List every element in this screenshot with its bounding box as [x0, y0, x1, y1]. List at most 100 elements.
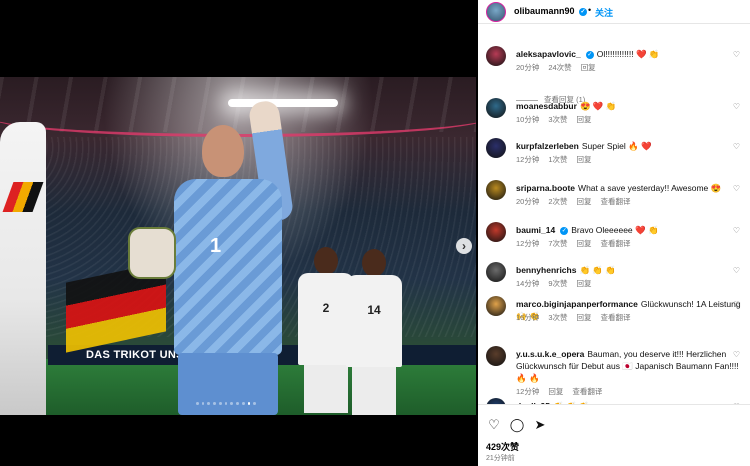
- player-2-shorts: [304, 365, 348, 413]
- comment-username[interactable]: bennyhenrichs: [516, 265, 576, 275]
- avatar[interactable]: [486, 296, 506, 316]
- author-name[interactable]: olibaumann90: [514, 6, 575, 16]
- post-sidebar: olibaumann90 ✓ • 关注 aleksapavlovic_ ✓ Ol!!…: [478, 0, 750, 466]
- comment-text: aleksapavlovic_ ✓ Ol!!!!!!!!!!!! ❤️ 👏: [516, 48, 742, 60]
- avatar[interactable]: [486, 180, 506, 200]
- keeper-number: 1: [210, 235, 222, 257]
- carousel-dot[interactable]: [218, 402, 222, 405]
- reply-button[interactable]: 回复: [577, 239, 592, 248]
- avatar[interactable]: [486, 222, 506, 242]
- comment-username[interactable]: aleksapavlovic_: [516, 49, 581, 59]
- shirt-stripe: [2, 182, 44, 212]
- send-icon[interactable]: ➤: [532, 417, 548, 433]
- comment-body: What a save yesterday!! Awesome 😍: [578, 183, 722, 193]
- media-area: DAS TRIKOT UNSER 1 2 14 ›: [0, 0, 478, 466]
- player-14-shorts: [352, 367, 396, 415]
- reply-button[interactable]: 回复: [577, 115, 592, 124]
- comment-likes[interactable]: 7次赞: [548, 239, 567, 248]
- post-photo[interactable]: DAS TRIKOT UNSER 1 2 14: [0, 77, 476, 415]
- translate-button[interactable]: 查看翻译: [601, 239, 631, 248]
- goalkeeper-glove: [128, 227, 176, 279]
- avatar[interactable]: [486, 46, 506, 66]
- comment-username[interactable]: baumi_14: [516, 225, 555, 235]
- comment-likes[interactable]: 2次赞: [548, 197, 567, 206]
- carousel-dot[interactable]: [247, 402, 251, 405]
- heart-icon[interactable]: ♡: [733, 266, 740, 275]
- comment-likes[interactable]: 3次赞: [548, 115, 567, 124]
- comment-text: baumi_14 ✓ Bravo Oleeeeee ❤️ 👏: [516, 224, 742, 236]
- avatar[interactable]: [486, 98, 506, 118]
- like-count[interactable]: 429次赞: [486, 440, 519, 453]
- reply-button[interactable]: 回复: [577, 197, 592, 206]
- comment-body: Super Spiel 🔥 ❤️: [581, 141, 652, 151]
- avatar[interactable]: [486, 262, 506, 282]
- heart-icon[interactable]: ♡: [733, 142, 740, 151]
- carousel-dot[interactable]: [236, 402, 239, 405]
- heart-icon[interactable]: ♡: [733, 350, 740, 359]
- comment-body: Ol!!!!!!!!!!!! ❤️ 👏: [596, 49, 660, 59]
- post-header: olibaumann90 ✓ • 关注: [478, 0, 750, 24]
- comment-likes[interactable]: 9次赞: [548, 279, 567, 288]
- player-2-head: [314, 247, 338, 275]
- comment-likes[interactable]: 24次赞: [548, 63, 571, 72]
- carousel-dot[interactable]: [207, 402, 211, 405]
- chevron-right-icon[interactable]: ›: [456, 238, 472, 254]
- translate-button[interactable]: 查看翻译: [601, 313, 631, 322]
- verified-icon: ✓: [560, 226, 569, 235]
- carousel-dot[interactable]: [196, 402, 199, 405]
- comment-likes[interactable]: 3次赞: [548, 313, 567, 322]
- carousel-dot[interactable]: [224, 402, 228, 405]
- separator: •: [588, 5, 592, 15]
- reply-button[interactable]: 回复: [577, 313, 592, 322]
- comment-username[interactable]: y.u.s.u.k.e_opera: [516, 349, 584, 359]
- comment-time: 16分钟: [516, 313, 540, 322]
- reply-button[interactable]: 回复: [548, 387, 563, 396]
- heart-icon[interactable]: ♡: [486, 417, 502, 433]
- heart-icon[interactable]: ♡: [733, 102, 740, 111]
- comment-username[interactable]: moanesdabbur: [516, 101, 577, 111]
- follow-button[interactable]: 关注: [595, 6, 613, 19]
- author-username[interactable]: olibaumann90 ✓: [514, 6, 588, 16]
- comment-meta: 20分钟 2次赞 回复 查看翻译: [516, 196, 640, 207]
- goalkeeper: 1: [168, 99, 295, 415]
- carousel-dot[interactable]: [230, 402, 234, 405]
- post-time: 21分钟前: [486, 455, 515, 462]
- comment-time: 20分钟: [516, 197, 540, 206]
- heart-icon[interactable]: ♡: [733, 50, 740, 59]
- player-left: [0, 122, 46, 415]
- translate-button[interactable]: 查看翻译: [601, 197, 631, 206]
- comment-text: sriparna.boote What a save yesterday!! Aw…: [516, 182, 742, 194]
- carousel-dots: [196, 402, 257, 408]
- carousel-dot[interactable]: [241, 402, 245, 405]
- carousel-dot[interactable]: [213, 402, 216, 405]
- verified-icon: ✓: [579, 7, 588, 16]
- heart-icon[interactable]: ♡: [733, 184, 740, 193]
- carousel-dot[interactable]: [201, 402, 205, 405]
- keeper-head: [202, 125, 244, 177]
- reply-button[interactable]: 回复: [581, 63, 596, 72]
- reply-button[interactable]: 回复: [577, 279, 592, 288]
- comment-meta: 12分钟 回复 查看翻译: [516, 386, 611, 397]
- avatar[interactable]: [486, 2, 506, 22]
- carousel-dot[interactable]: [253, 402, 257, 405]
- comment-time: 12分钟: [516, 239, 540, 248]
- comment-likes[interactable]: 1次赞: [548, 155, 567, 164]
- translate-button[interactable]: 查看翻译: [572, 387, 602, 396]
- verified-icon: ✓: [585, 50, 594, 59]
- instagram-post-view: DAS TRIKOT UNSER 1 2 14 › olibaumann90 ✓…: [0, 0, 750, 466]
- comment-text: y.u.s.u.k.e_opera Bauman, you deserve it!…: [516, 348, 742, 384]
- reply-button[interactable]: 回复: [577, 155, 592, 164]
- action-bar: ♡ ◯ ➤ 429次赞 21分钟前: [478, 404, 750, 466]
- comment-icon[interactable]: ◯: [509, 417, 525, 433]
- heart-icon[interactable]: ♡: [733, 300, 740, 309]
- heart-icon[interactable]: ♡: [733, 226, 740, 235]
- comment-username[interactable]: marco.biginjapanperformance: [516, 299, 638, 309]
- player-14: 14: [346, 249, 402, 415]
- comment-list[interactable]: aleksapavlovic_ ✓ Ol!!!!!!!!!!!! ❤️ 👏 20分钟 2…: [478, 34, 750, 404]
- floodlights: [228, 99, 338, 107]
- comment-username[interactable]: kurpfalzerleben: [516, 141, 579, 151]
- avatar[interactable]: [486, 346, 506, 366]
- comment-username[interactable]: sriparna.boote: [516, 183, 575, 193]
- avatar[interactable]: [486, 138, 506, 158]
- comment-meta: 12分钟 1次赞 回复: [516, 154, 601, 165]
